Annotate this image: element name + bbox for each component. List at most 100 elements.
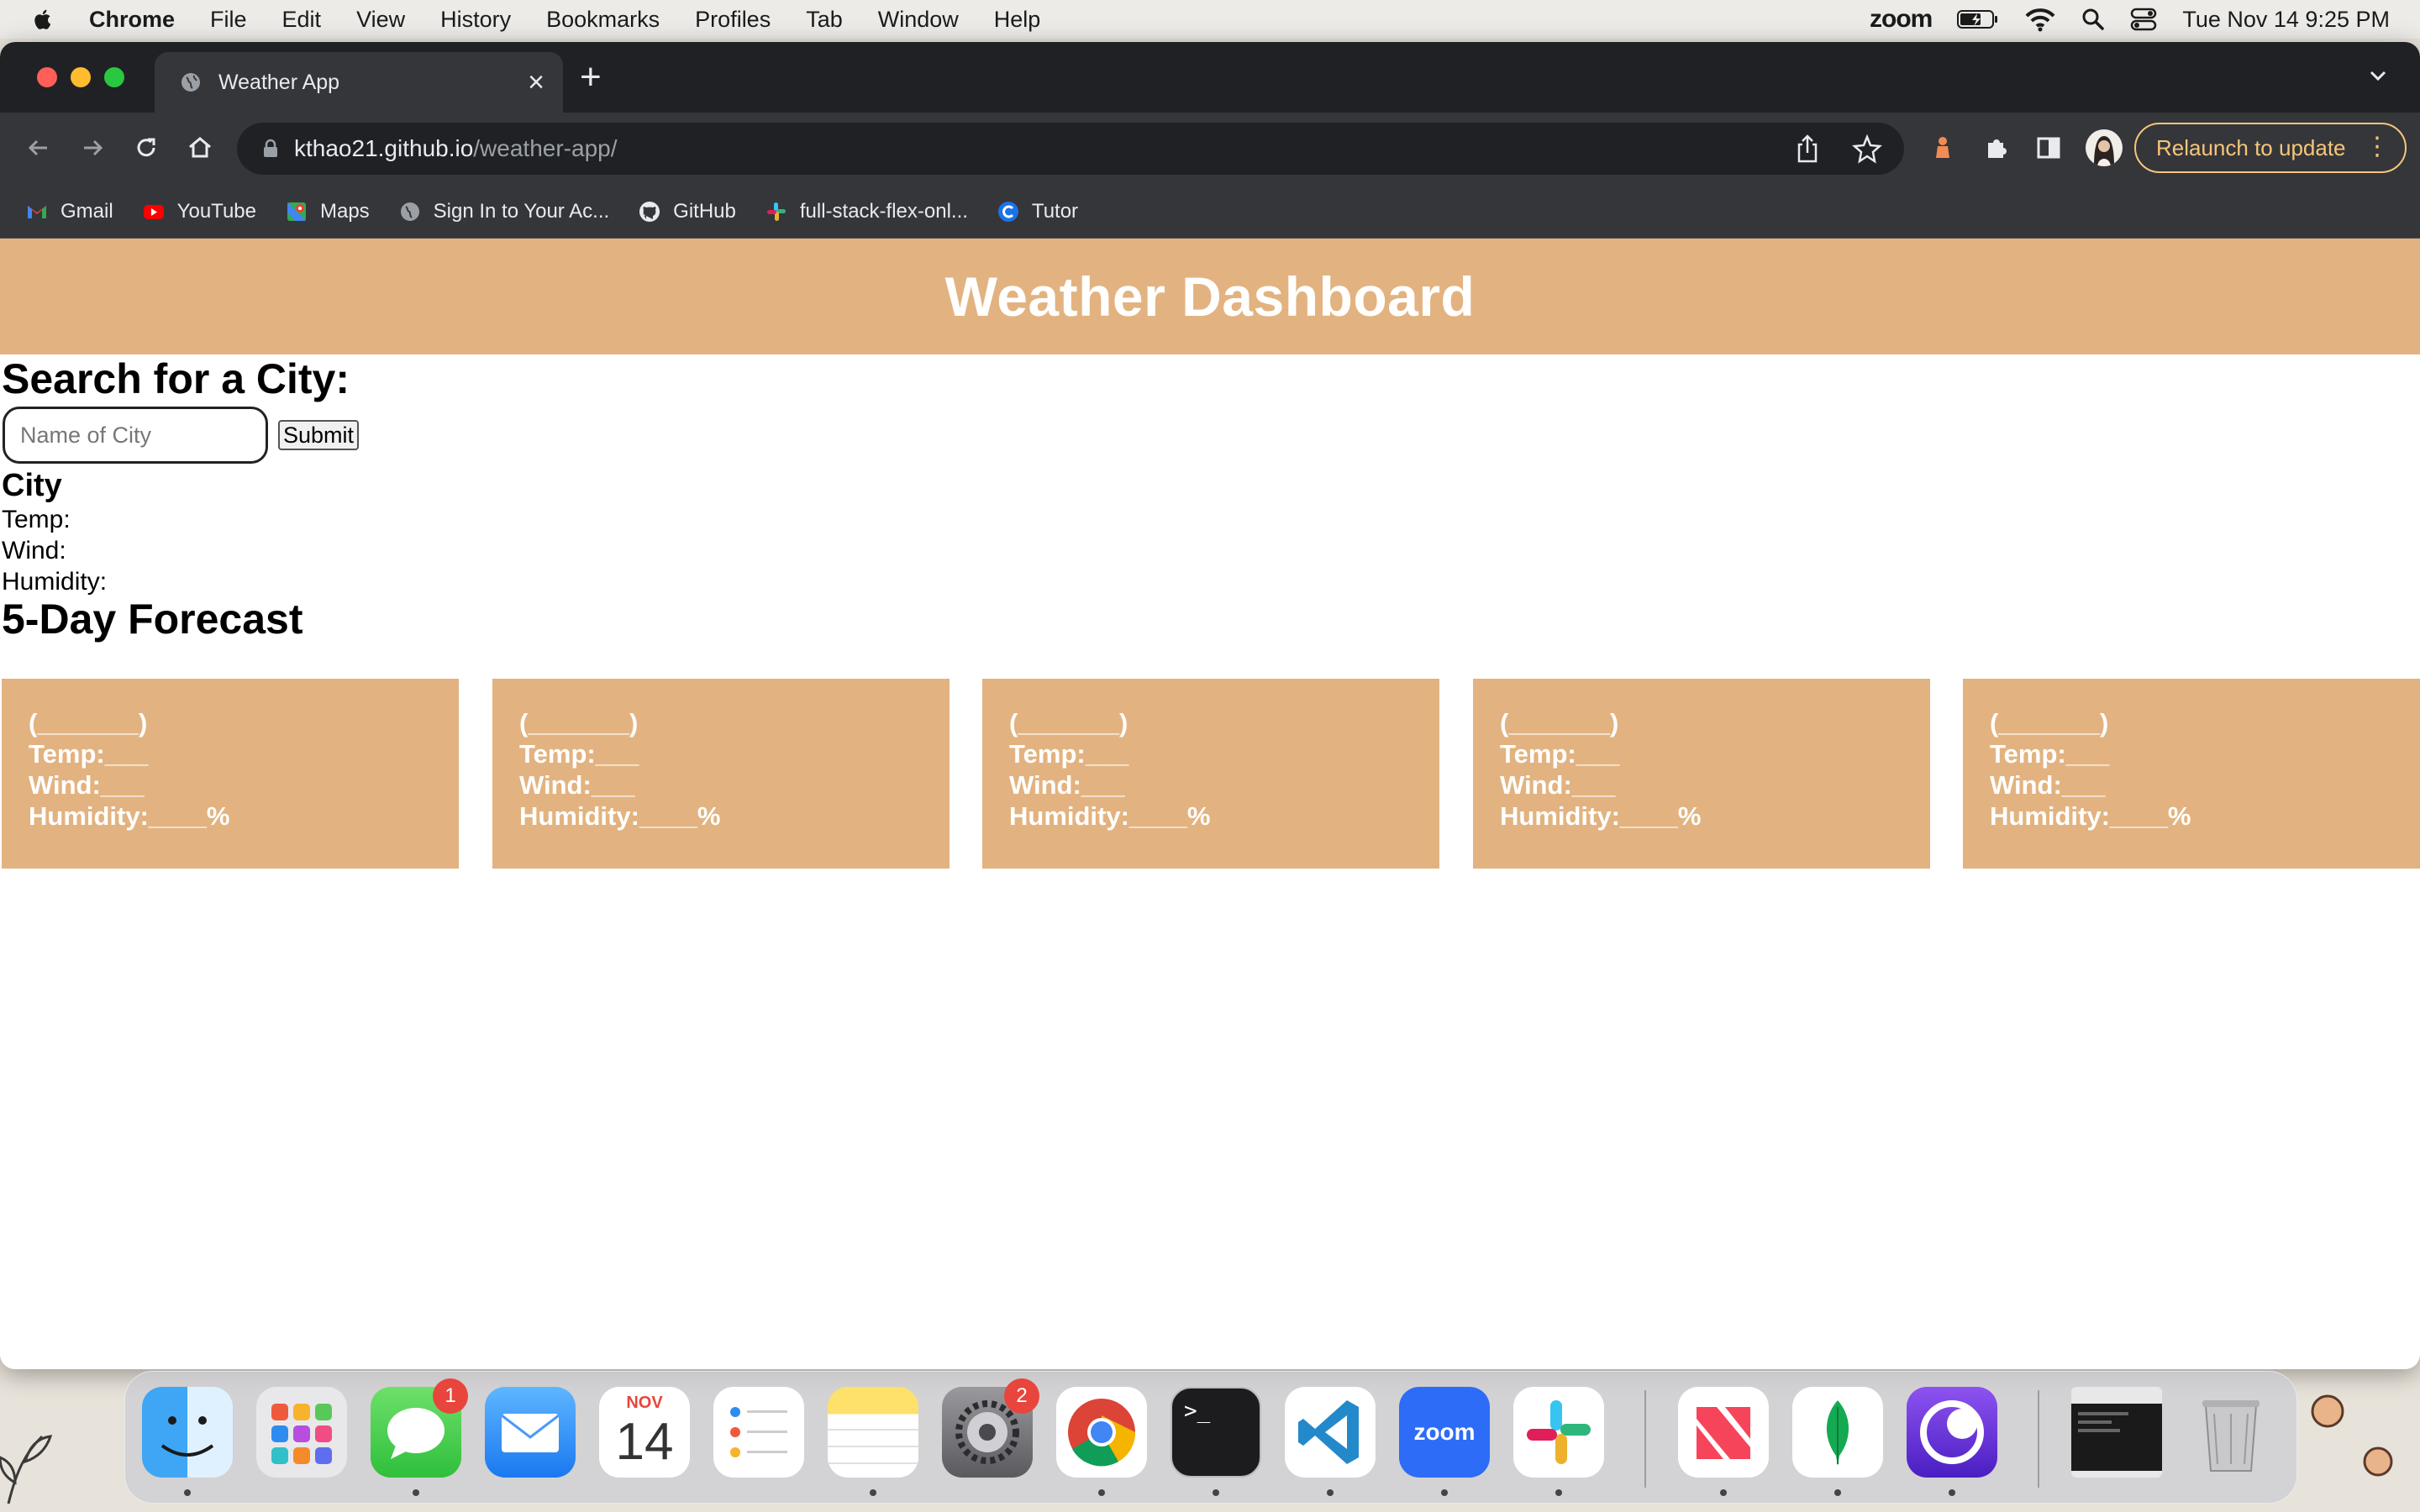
share-icon[interactable] (1793, 133, 1822, 165)
tab-close-icon[interactable]: × (528, 66, 544, 99)
macos-menu-bar: Chrome File Edit View History Bookmarks … (0, 0, 2420, 39)
page-title: Weather Dashboard (944, 265, 1476, 328)
window-minimize-button[interactable] (71, 67, 91, 87)
calendar-icon[interactable]: NOV 14 (599, 1387, 690, 1478)
vscode-icon[interactable] (1285, 1387, 1376, 1478)
screenshot-icon[interactable] (2071, 1387, 2162, 1478)
gmail-icon (28, 205, 46, 218)
bookmark-youtube[interactable]: YouTube (142, 200, 256, 223)
search-form: Name of City Submit (0, 407, 2420, 464)
new-tab-button[interactable]: + (580, 59, 602, 96)
side-panel-icon[interactable] (2032, 131, 2065, 165)
forecast-card: (_______) Temp:___ Wind:___ Humidity:___… (1473, 679, 1930, 869)
forecast-wind: Wind:___ (1990, 770, 2106, 800)
bookmark-gmail[interactable]: Gmail (25, 200, 113, 223)
bookmark-github[interactable]: GitHub (638, 200, 736, 223)
back-arrow-icon[interactable] (22, 131, 55, 165)
menu-help[interactable]: Help (994, 7, 1041, 33)
tab-title: Weather App (218, 70, 340, 94)
menu-file[interactable]: File (210, 7, 247, 33)
menu-app-name[interactable]: Chrome (89, 7, 175, 33)
relaunch-to-update-button[interactable]: Relaunch to update ⋮ (2134, 123, 2407, 173)
menu-edit[interactable]: Edit (282, 7, 322, 33)
messages-badge: 1 (433, 1378, 468, 1414)
notes-icon[interactable] (828, 1387, 918, 1478)
bookmark-full-stack[interactable]: full-stack-flex-onl... (765, 200, 968, 223)
address-bar[interactable]: kthao21.github.io/weather-app/ (237, 123, 1904, 175)
running-indicator (1555, 1489, 1562, 1496)
forecast-wind: Wind:___ (1009, 770, 1125, 800)
chrome-icon[interactable] (1056, 1387, 1147, 1478)
tab-weather-app[interactable]: Weather App × (155, 52, 563, 113)
extensions-puzzle-icon[interactable] (1980, 131, 2013, 165)
globe-favicon-icon (182, 73, 200, 92)
bookmark-tutor[interactable]: Tutor (997, 200, 1078, 223)
chrome-menu-kebab-icon[interactable]: ⋮ (2365, 134, 2390, 160)
url-text[interactable]: kthao21.github.io/weather-app/ (294, 135, 618, 162)
menu-history[interactable]: History (440, 7, 511, 33)
forecast-humidity: Humidity:____% (1990, 801, 2191, 831)
profile-avatar[interactable] (2086, 129, 2123, 166)
extension-figure-icon[interactable] (1926, 131, 1960, 165)
control-center-icon[interactable] (2130, 8, 2157, 31)
google-maps-icon (287, 202, 306, 221)
running-indicator (1327, 1489, 1334, 1496)
city-search-input[interactable]: Name of City (3, 407, 268, 464)
trash-icon[interactable] (2186, 1387, 2276, 1478)
running-indicator (870, 1489, 876, 1496)
window-zoom-button[interactable] (104, 67, 124, 87)
globe-icon (400, 202, 419, 221)
menu-bookmarks[interactable]: Bookmarks (546, 7, 660, 33)
mongodb-leaf-icon (1826, 1400, 1849, 1466)
forecast-date: (_______) (1990, 708, 2109, 738)
menu-view[interactable]: View (356, 7, 405, 33)
bookmark-star-icon[interactable] (1852, 133, 1882, 165)
current-wind: Wind: (2, 537, 66, 564)
mongodb-icon[interactable] (1792, 1387, 1883, 1478)
bookmark-maps[interactable]: Maps (285, 200, 370, 223)
apple-logo-icon[interactable] (30, 6, 55, 33)
running-indicator (1098, 1489, 1105, 1496)
tab-search-chevron-icon[interactable] (2366, 64, 2390, 87)
search-heading: Search for a City: (2, 355, 350, 402)
calendar-day: 14 (615, 1413, 674, 1471)
menu-window[interactable]: Window (878, 7, 959, 33)
finder-icon[interactable] (142, 1387, 233, 1478)
mail-icon[interactable] (485, 1387, 576, 1478)
forecast-cards: (_______) Temp:___ Wind:___ Humidity:___… (0, 679, 2420, 869)
window-close-button[interactable] (37, 67, 57, 87)
forward-arrow-icon[interactable] (76, 131, 109, 165)
running-indicator (1213, 1489, 1219, 1496)
zoom-icon[interactable]: zoom (1399, 1387, 1490, 1478)
bookmark-sign-in[interactable]: Sign In to Your Ac... (398, 200, 609, 223)
home-icon[interactable] (183, 131, 217, 165)
slack-icon[interactable] (1513, 1387, 1604, 1478)
submit-button[interactable]: Submit (278, 420, 360, 450)
wifi-icon[interactable] (2024, 7, 2056, 32)
spotlight-search-icon[interactable] (2081, 8, 2105, 31)
app-icon[interactable] (1907, 1387, 1997, 1478)
envelope-icon (501, 1414, 560, 1452)
circle-app-icon (1920, 1400, 1984, 1464)
launchpad-icon[interactable] (256, 1387, 347, 1478)
zoom-tray-icon[interactable]: zoom (1870, 5, 1933, 34)
current-humidity: Humidity: (2, 568, 108, 596)
running-indicator (1834, 1489, 1841, 1496)
menu-clock[interactable]: Tue Nov 14 9:25 PM (2182, 7, 2390, 33)
battery-icon[interactable] (1957, 8, 1999, 30)
dock-divider (1644, 1390, 1646, 1488)
forecast-temp: Temp:___ (1500, 739, 1620, 769)
terminal-icon[interactable]: >_ (1171, 1387, 1261, 1478)
menu-profiles[interactable]: Profiles (695, 7, 771, 33)
reminders-icon[interactable] (713, 1387, 804, 1478)
url-path: /weather-app/ (473, 135, 618, 161)
lock-icon[interactable] (262, 139, 279, 159)
forecast-wind: Wind:___ (1500, 770, 1616, 800)
forecast-temp: Temp:___ (1990, 739, 2110, 769)
reload-icon[interactable] (129, 131, 163, 165)
web-page: Weather Dashboard Search for a City: Nam… (0, 239, 2420, 1369)
bookmark-label: Maps (319, 199, 370, 223)
forecast-temp: Temp:___ (29, 739, 149, 769)
news-icon[interactable] (1678, 1387, 1769, 1478)
menu-tab[interactable]: Tab (806, 7, 843, 33)
